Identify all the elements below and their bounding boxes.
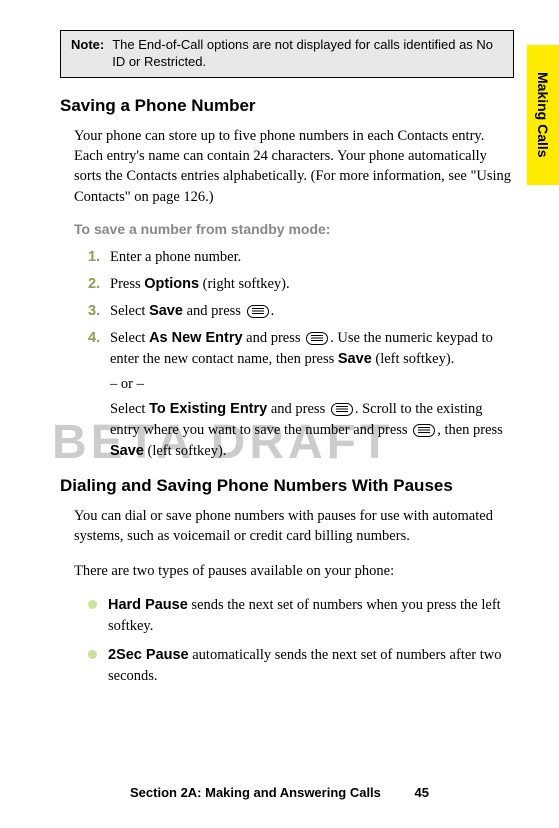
side-tab: Making Calls	[527, 45, 559, 185]
footer-section: Section 2A: Making and Answering Calls	[130, 785, 381, 800]
options-label: Options	[144, 276, 199, 292]
text: , then press	[437, 422, 503, 438]
text: Press	[110, 276, 144, 292]
step-3: Select Save and press .	[88, 301, 514, 322]
footer: Section 2A: Making and Answering Calls 4…	[0, 785, 559, 800]
text: (left softkey).	[144, 443, 227, 459]
step-2: Press Options (right softkey).	[88, 274, 514, 295]
text: and press	[267, 401, 329, 417]
2sec-pause-label: 2Sec Pause	[108, 647, 189, 663]
step-4: Select As New Entry and press . Use the …	[88, 328, 514, 462]
menu-key-icon	[306, 332, 328, 345]
page-number: 45	[415, 785, 429, 800]
note-label: Note:	[71, 37, 104, 71]
steps-list: Enter a phone number. Press Options (rig…	[88, 247, 514, 462]
list-item: 2Sec Pause automatically sends the next …	[88, 645, 514, 687]
hard-pause-label: Hard Pause	[108, 597, 188, 613]
intro-saving: Your phone can store up to five phone nu…	[74, 126, 514, 207]
pause-types-list: Hard Pause sends the next set of numbers…	[88, 595, 514, 687]
text: and press	[183, 303, 245, 319]
list-item: Hard Pause sends the next set of numbers…	[88, 595, 514, 637]
menu-key-icon	[247, 305, 269, 318]
note-text: The End-of-Call options are not displaye…	[112, 37, 503, 71]
text: (left softkey).	[372, 351, 455, 367]
text: Select	[110, 303, 149, 319]
text: .	[271, 303, 275, 319]
text: Select	[110, 330, 149, 346]
step-1: Enter a phone number.	[88, 247, 514, 268]
menu-key-icon	[331, 403, 353, 416]
to-existing-entry-label: To Existing Entry	[149, 401, 267, 417]
as-new-entry-label: As New Entry	[149, 330, 242, 346]
or-separator: – or –	[110, 374, 514, 395]
text: and press	[243, 330, 305, 346]
heading-saving-number: Saving a Phone Number	[60, 96, 514, 116]
menu-key-icon	[413, 424, 435, 437]
note-box: Note: The End-of-Call options are not di…	[60, 30, 514, 78]
heading-dialing-pauses: Dialing and Saving Phone Numbers With Pa…	[60, 476, 514, 496]
pauses-lead: There are two types of pauses available …	[74, 561, 514, 581]
text: (right softkey).	[199, 276, 290, 292]
save-label: Save	[110, 443, 144, 459]
subhead-save-standby: To save a number from standby mode:	[74, 221, 514, 237]
intro-pauses: You can dial or save phone numbers with …	[74, 506, 514, 547]
save-label: Save	[149, 303, 183, 319]
text: Select	[110, 401, 149, 417]
save-label: Save	[338, 351, 372, 367]
